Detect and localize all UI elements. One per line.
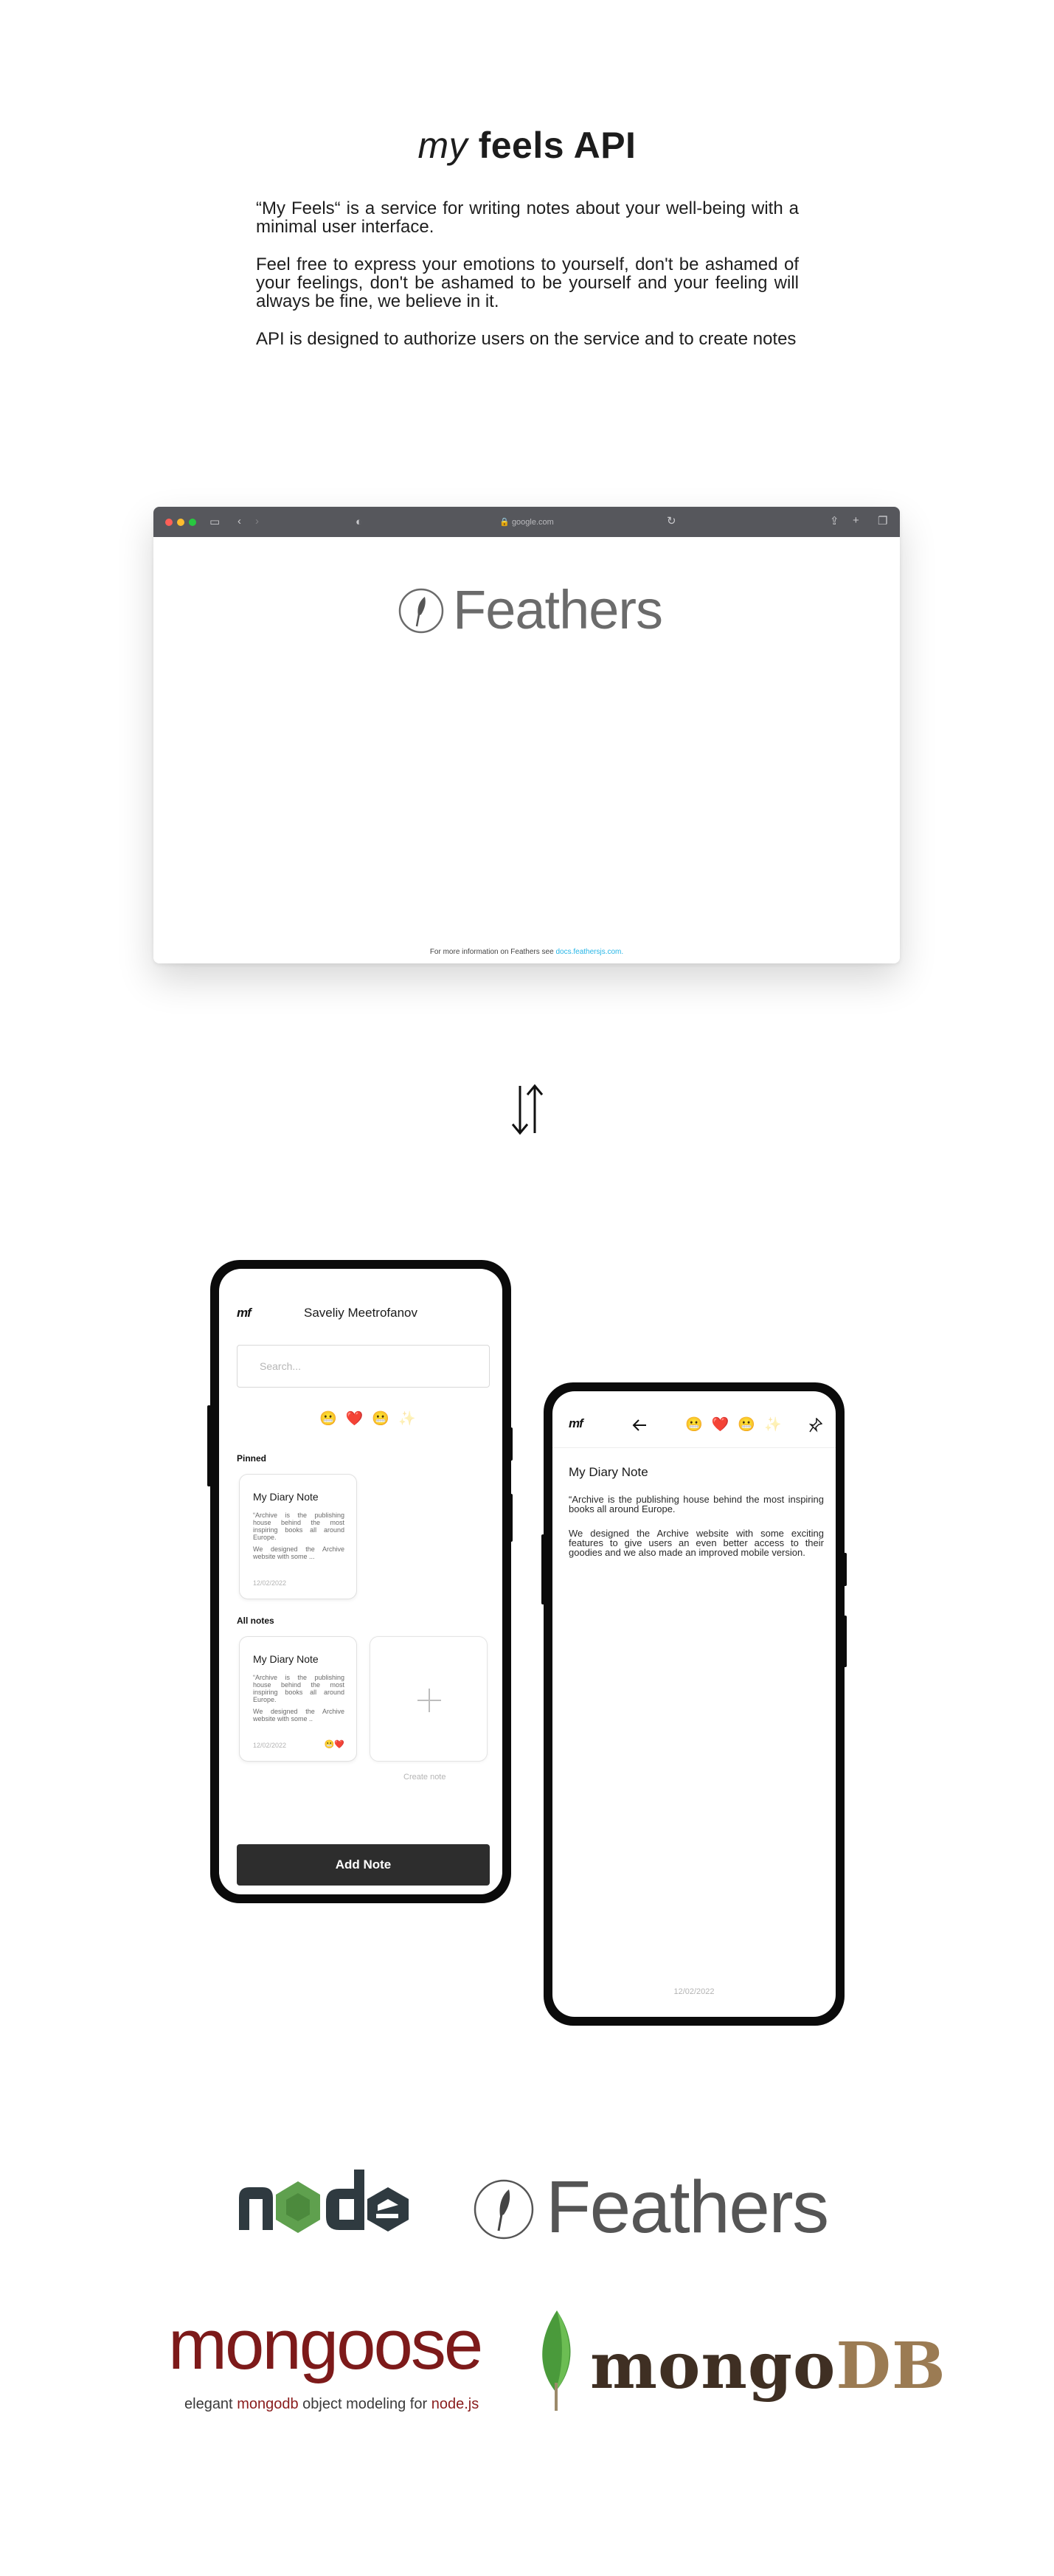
- address-bar[interactable]: 🔒 google.com: [153, 517, 900, 527]
- new-tab-icon[interactable]: +: [853, 515, 859, 526]
- intro-paragraph-3: API is designed to authorize users on th…: [256, 329, 797, 349]
- url-text: google.com: [511, 518, 554, 527]
- note-date: 12/02/2022: [673, 1987, 715, 1996]
- add-note-button[interactable]: Add Note: [237, 1844, 490, 1886]
- emoji-filter-row: 😬 ❤️ 😬 ✨: [319, 1411, 416, 1427]
- intro-paragraph-1: “My Feels“ is a service for writing note…: [256, 198, 799, 237]
- create-note-label: Create note: [403, 1773, 446, 1782]
- phone-note-detail: mf 😬 ❤️ 😬 ✨ My Diary Note “Archive is th…: [544, 1382, 845, 2026]
- emoji-filter-4[interactable]: ✨: [398, 1411, 416, 1427]
- feathers-logo: Feathers: [397, 579, 663, 640]
- title-italic: my: [417, 125, 468, 166]
- tabs-overview-icon[interactable]: ❐: [878, 516, 887, 527]
- card-text-2: We designed the Archive website with som…: [253, 1708, 344, 1722]
- tagline-part-4: node.js: [431, 2396, 479, 2412]
- footer-text: For more information on Feathers see: [429, 948, 554, 956]
- pin-icon[interactable]: [809, 1418, 822, 1433]
- mongoose-tagline: elegant mongodb object modeling for node…: [184, 2396, 479, 2413]
- share-icon[interactable]: ⇪: [830, 516, 839, 527]
- phone1-screen: mf Saveliy Meetrofanov Search... 😬 ❤️ 😬 …: [219, 1269, 502, 1894]
- tagline-part-2: mongodb: [237, 2396, 299, 2412]
- card-text-1: “Archive is the publishing house behind …: [253, 1512, 344, 1541]
- pinned-note-card[interactable]: My Diary Note “Archive is the publishing…: [239, 1474, 357, 1599]
- swap-arrows-icon: [511, 1084, 544, 1135]
- emoji-1[interactable]: 😬: [685, 1417, 703, 1433]
- note-title: My Diary Note: [569, 1465, 648, 1479]
- note-card[interactable]: My Diary Note “Archive is the publishing…: [239, 1636, 357, 1762]
- emoji-filter-1[interactable]: 😬: [319, 1411, 337, 1427]
- card-title: My Diary Note: [253, 1653, 319, 1665]
- feather-icon: [474, 2179, 534, 2240]
- plus-icon: [417, 1689, 441, 1712]
- card-emoji: 😬❤️: [324, 1740, 344, 1749]
- feathers-brand-logo: Feathers: [472, 2166, 829, 2250]
- header-divider: [552, 1447, 836, 1448]
- mongodb-word-b: DB: [836, 2329, 946, 2403]
- feathers-brand-wordmark: Feathers: [546, 2166, 829, 2248]
- note-paragraph-2: We designed the Archive website with som…: [569, 1528, 824, 1558]
- emoji-3[interactable]: 😬: [738, 1417, 755, 1433]
- title-bold: feels API: [478, 125, 637, 166]
- arrow-left-icon[interactable]: [632, 1419, 647, 1431]
- card-text-2: We designed the Archive website with som…: [253, 1545, 344, 1560]
- card-title: My Diary Note: [253, 1491, 319, 1503]
- tagline-part-1: elegant: [184, 2396, 233, 2412]
- browser-window: ▭ ‹ › ◐ 🔒 google.com ↻ ⇪ + ❐ Feathers Fo…: [153, 507, 900, 963]
- mongodb-leaf-icon: [542, 2310, 571, 2411]
- phone-notes-list: mf Saveliy Meetrofanov Search... 😬 ❤️ 😬 …: [210, 1260, 511, 1903]
- emoji-filter-3[interactable]: 😬: [372, 1411, 389, 1427]
- mongoose-logo: mongoose: [168, 2305, 483, 2384]
- pinned-label: Pinned: [237, 1453, 267, 1464]
- reload-icon[interactable]: ↻: [667, 516, 676, 527]
- create-note-card[interactable]: [370, 1636, 488, 1762]
- browser-footer: For more information on Feathers see doc…: [153, 948, 900, 956]
- user-name: Saveliy Meetrofanov: [303, 1306, 418, 1320]
- card-text-1: “Archive is the publishing house behind …: [253, 1674, 344, 1703]
- mongodb-word-a: mongo: [590, 2329, 836, 2403]
- emoji-4[interactable]: ✨: [764, 1417, 782, 1433]
- card-date: 12/02/2022: [253, 1742, 287, 1749]
- emoji-2[interactable]: ❤️: [712, 1417, 729, 1433]
- page-title: my feels API: [0, 124, 1054, 167]
- docs-link[interactable]: docs.feathersjs.com.: [555, 948, 623, 956]
- emoji-filter-2[interactable]: ❤️: [346, 1411, 364, 1427]
- intro-paragraph-2: Feel free to express your emotions to yo…: [256, 255, 799, 311]
- tagline-part-3: object modeling for: [302, 2396, 428, 2412]
- feather-icon: [398, 588, 444, 634]
- search-input[interactable]: Search...: [237, 1345, 490, 1388]
- emoji-row: 😬 ❤️ 😬 ✨: [685, 1417, 782, 1433]
- note-paragraph-1: “Archive is the publishing house behind …: [569, 1494, 824, 1514]
- card-date: 12/02/2022: [253, 1579, 287, 1587]
- browser-toolbar: ▭ ‹ › ◐ 🔒 google.com ↻ ⇪ + ❐: [153, 507, 900, 537]
- mongodb-logo: mongoDB: [590, 2330, 946, 2403]
- app-logo: mf: [569, 1416, 583, 1430]
- intro-text: “My Feels“ is a service for writing note…: [256, 199, 799, 367]
- feathers-wordmark: Feathers: [453, 579, 663, 640]
- phone2-screen: mf 😬 ❤️ 😬 ✨ My Diary Note “Archive is th…: [552, 1391, 836, 2017]
- nodejs-logo: [239, 2170, 409, 2233]
- all-notes-label: All notes: [237, 1616, 274, 1626]
